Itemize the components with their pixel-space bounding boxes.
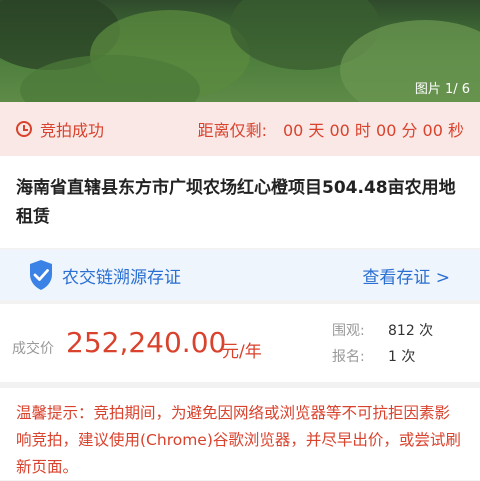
view-certificate-link[interactable]: 查看存证 > <box>362 263 450 288</box>
signups-count: 1 次 <box>388 349 416 365</box>
certificate-bar: 农交链溯源存证 查看存证 > <box>0 250 480 300</box>
notice-section: 温馨提示：竞拍期间，为避免因网络或浏览器等不可抗拒因素影响竞拍，建议使用(Chr… <box>0 388 480 480</box>
item-title-section: 海南省直辖县东方市广坝农场红心橙项目504.48亩农用地租赁 <box>0 156 480 248</box>
certificate-label: 农交链溯源存证 <box>62 267 181 288</box>
deal-price-section: 成交价 252,240.00 元/年 围观: 812 次 报名: 1 次 <box>0 304 480 382</box>
price-label: 成交价 <box>12 341 54 357</box>
price-value: 252,240.00 <box>66 326 227 359</box>
price-unit: 元/年 <box>222 342 262 362</box>
views-count: 812 次 <box>388 323 434 339</box>
countdown: 距离仅剩: 00 天 00 时 00 分 00 秒 <box>197 121 464 140</box>
item-photo[interactable]: 图片 1/ 6 <box>0 0 480 102</box>
item-title: 海南省直辖县东方市广坝农场红心橙项目504.48亩农用地租赁 <box>16 178 456 227</box>
image-counter: 图片 1/ 6 <box>414 82 470 97</box>
status-label: 竞拍成功 <box>40 121 105 140</box>
auction-status-bar: 竞拍成功 距离仅剩: 00 天 00 时 00 分 00 秒 <box>0 102 480 156</box>
clock-icon <box>16 121 32 137</box>
notice-text: 温馨提示：竞拍期间，为避免因网络或浏览器等不可抗拒因素影响竞拍，建议使用(Chr… <box>16 404 461 476</box>
views-label: 围观: <box>332 323 365 339</box>
status: 竞拍成功 <box>16 117 104 141</box>
shield-check-icon <box>30 260 52 290</box>
signups-label: 报名: <box>332 349 365 365</box>
